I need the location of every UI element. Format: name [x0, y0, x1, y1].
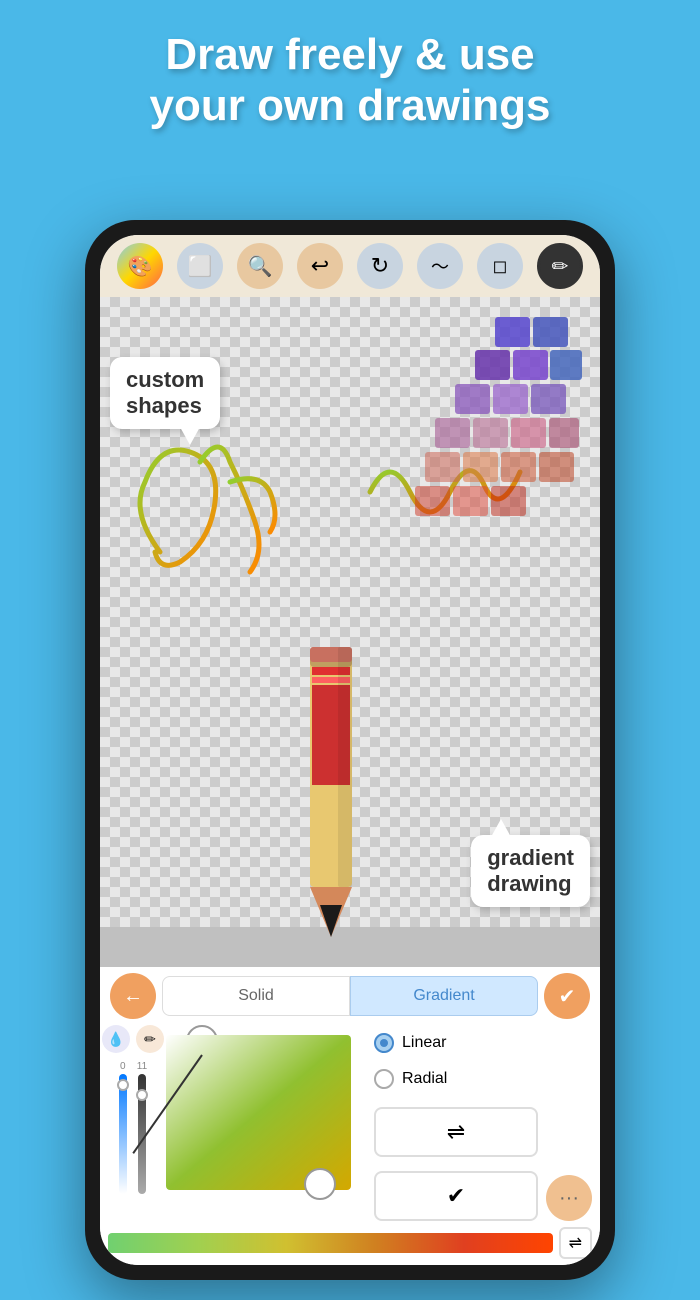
pencil-icon: ✏ [552, 254, 569, 279]
linear-label: Linear [402, 1034, 446, 1052]
tooltip-shapes: custom shapes [110, 357, 220, 429]
canvas-area: custom shapes gradient drawing [100, 297, 600, 967]
radial-option[interactable]: Radial [374, 1069, 538, 1089]
gradient-square-wrapper [166, 1025, 366, 1195]
redo-button[interactable]: ↻ [357, 243, 403, 289]
header-line1: Draw freely & use [40, 30, 660, 81]
color-wheel-button[interactable]: 🎨 [117, 243, 163, 289]
zoom-icon: 🔍 [248, 254, 273, 279]
shuffle-button[interactable]: ⇌ [374, 1107, 538, 1157]
color-type-icons: 💧 ✏ [102, 1025, 164, 1053]
header-text: Draw freely & use your own drawings [0, 0, 700, 151]
nav-tabs-row: ← Solid Gradient ✔ [100, 967, 600, 1019]
linear-option[interactable]: Linear [374, 1033, 538, 1053]
slider-group: 0 11 [119, 1061, 147, 1194]
phone-screen: 🎨 ⬜ 🔍 ↩ ↻ 〜 ◻ ✏ [100, 235, 600, 1265]
pencil-thumb [136, 1089, 148, 1101]
pencil-mode-icon[interactable]: ✏ [136, 1025, 164, 1053]
tab-gradient[interactable]: Gradient [350, 976, 538, 1016]
erase-button[interactable]: ◻ [477, 243, 523, 289]
more-button[interactable]: ··· [546, 1175, 592, 1221]
radial-label: Radial [402, 1070, 447, 1088]
header-line2: your own drawings [40, 81, 660, 132]
color-bar[interactable] [108, 1233, 553, 1253]
bottom-panel: ← Solid Gradient ✔ 💧 ✏ [100, 967, 600, 1265]
phone-frame: 🎨 ⬜ 🔍 ↩ ↻ 〜 ◻ ✏ [85, 220, 615, 1280]
back-button[interactable]: ← [110, 973, 156, 1019]
undo-icon: ↩ [311, 253, 329, 279]
tab-solid[interactable]: Solid [162, 976, 350, 1016]
shape-icon: ⬜ [188, 254, 213, 279]
right-controls: Linear Radial ⇌ ✔ [374, 1025, 538, 1221]
opacity-thumb [117, 1079, 129, 1091]
gradient-handle-bottom[interactable] [304, 1168, 336, 1200]
checkmark-icon: ✔ [447, 1183, 465, 1209]
water-button[interactable]: 〜 [417, 243, 463, 289]
linear-radio[interactable] [374, 1033, 394, 1053]
puzzle-area [395, 312, 585, 522]
radial-radio[interactable] [374, 1069, 394, 1089]
pencil-value: 11 [137, 1061, 147, 1072]
confirm-nav-button[interactable]: ✔ [544, 973, 590, 1019]
gradient-square[interactable] [166, 1035, 351, 1190]
pencil-button[interactable]: ✏ [537, 243, 583, 289]
action-confirm-button[interactable]: ✔ [374, 1171, 538, 1221]
opacity-value: 0 [120, 1061, 126, 1072]
tooltip-gradient: gradient drawing [471, 835, 590, 907]
opacity-slider[interactable] [119, 1074, 127, 1194]
erase-icon: ◻ [493, 256, 508, 277]
tooltip-gradient-text: gradient drawing [487, 845, 574, 896]
tooltip-shapes-text: custom shapes [126, 367, 204, 418]
fill-icon[interactable]: 💧 [102, 1025, 130, 1053]
more-icon: ··· [559, 1187, 579, 1210]
color-bar-row: ⇌ [100, 1227, 600, 1265]
left-controls: 💧 ✏ 0 11 [108, 1025, 158, 1194]
fill-tabs: Solid Gradient [162, 976, 538, 1016]
pencil-slider-group: 11 [137, 1061, 147, 1194]
bottom-shuffle-button[interactable]: ⇌ [559, 1227, 592, 1259]
zoom-button[interactable]: 🔍 [237, 243, 283, 289]
opacity-slider-group: 0 [119, 1061, 127, 1194]
undo-button[interactable]: ↩ [297, 243, 343, 289]
color-picker-area: 💧 ✏ 0 11 [100, 1019, 600, 1227]
pencil-art [230, 627, 430, 957]
redo-icon: ↻ [371, 253, 389, 279]
shuffle-icon: ⇌ [447, 1119, 465, 1145]
water-icon: 〜 [431, 253, 449, 279]
shape-button[interactable]: ⬜ [177, 243, 223, 289]
color-wheel-icon: 🎨 [128, 254, 153, 279]
toolbar: 🎨 ⬜ 🔍 ↩ ↻ 〜 ◻ ✏ [100, 235, 600, 297]
